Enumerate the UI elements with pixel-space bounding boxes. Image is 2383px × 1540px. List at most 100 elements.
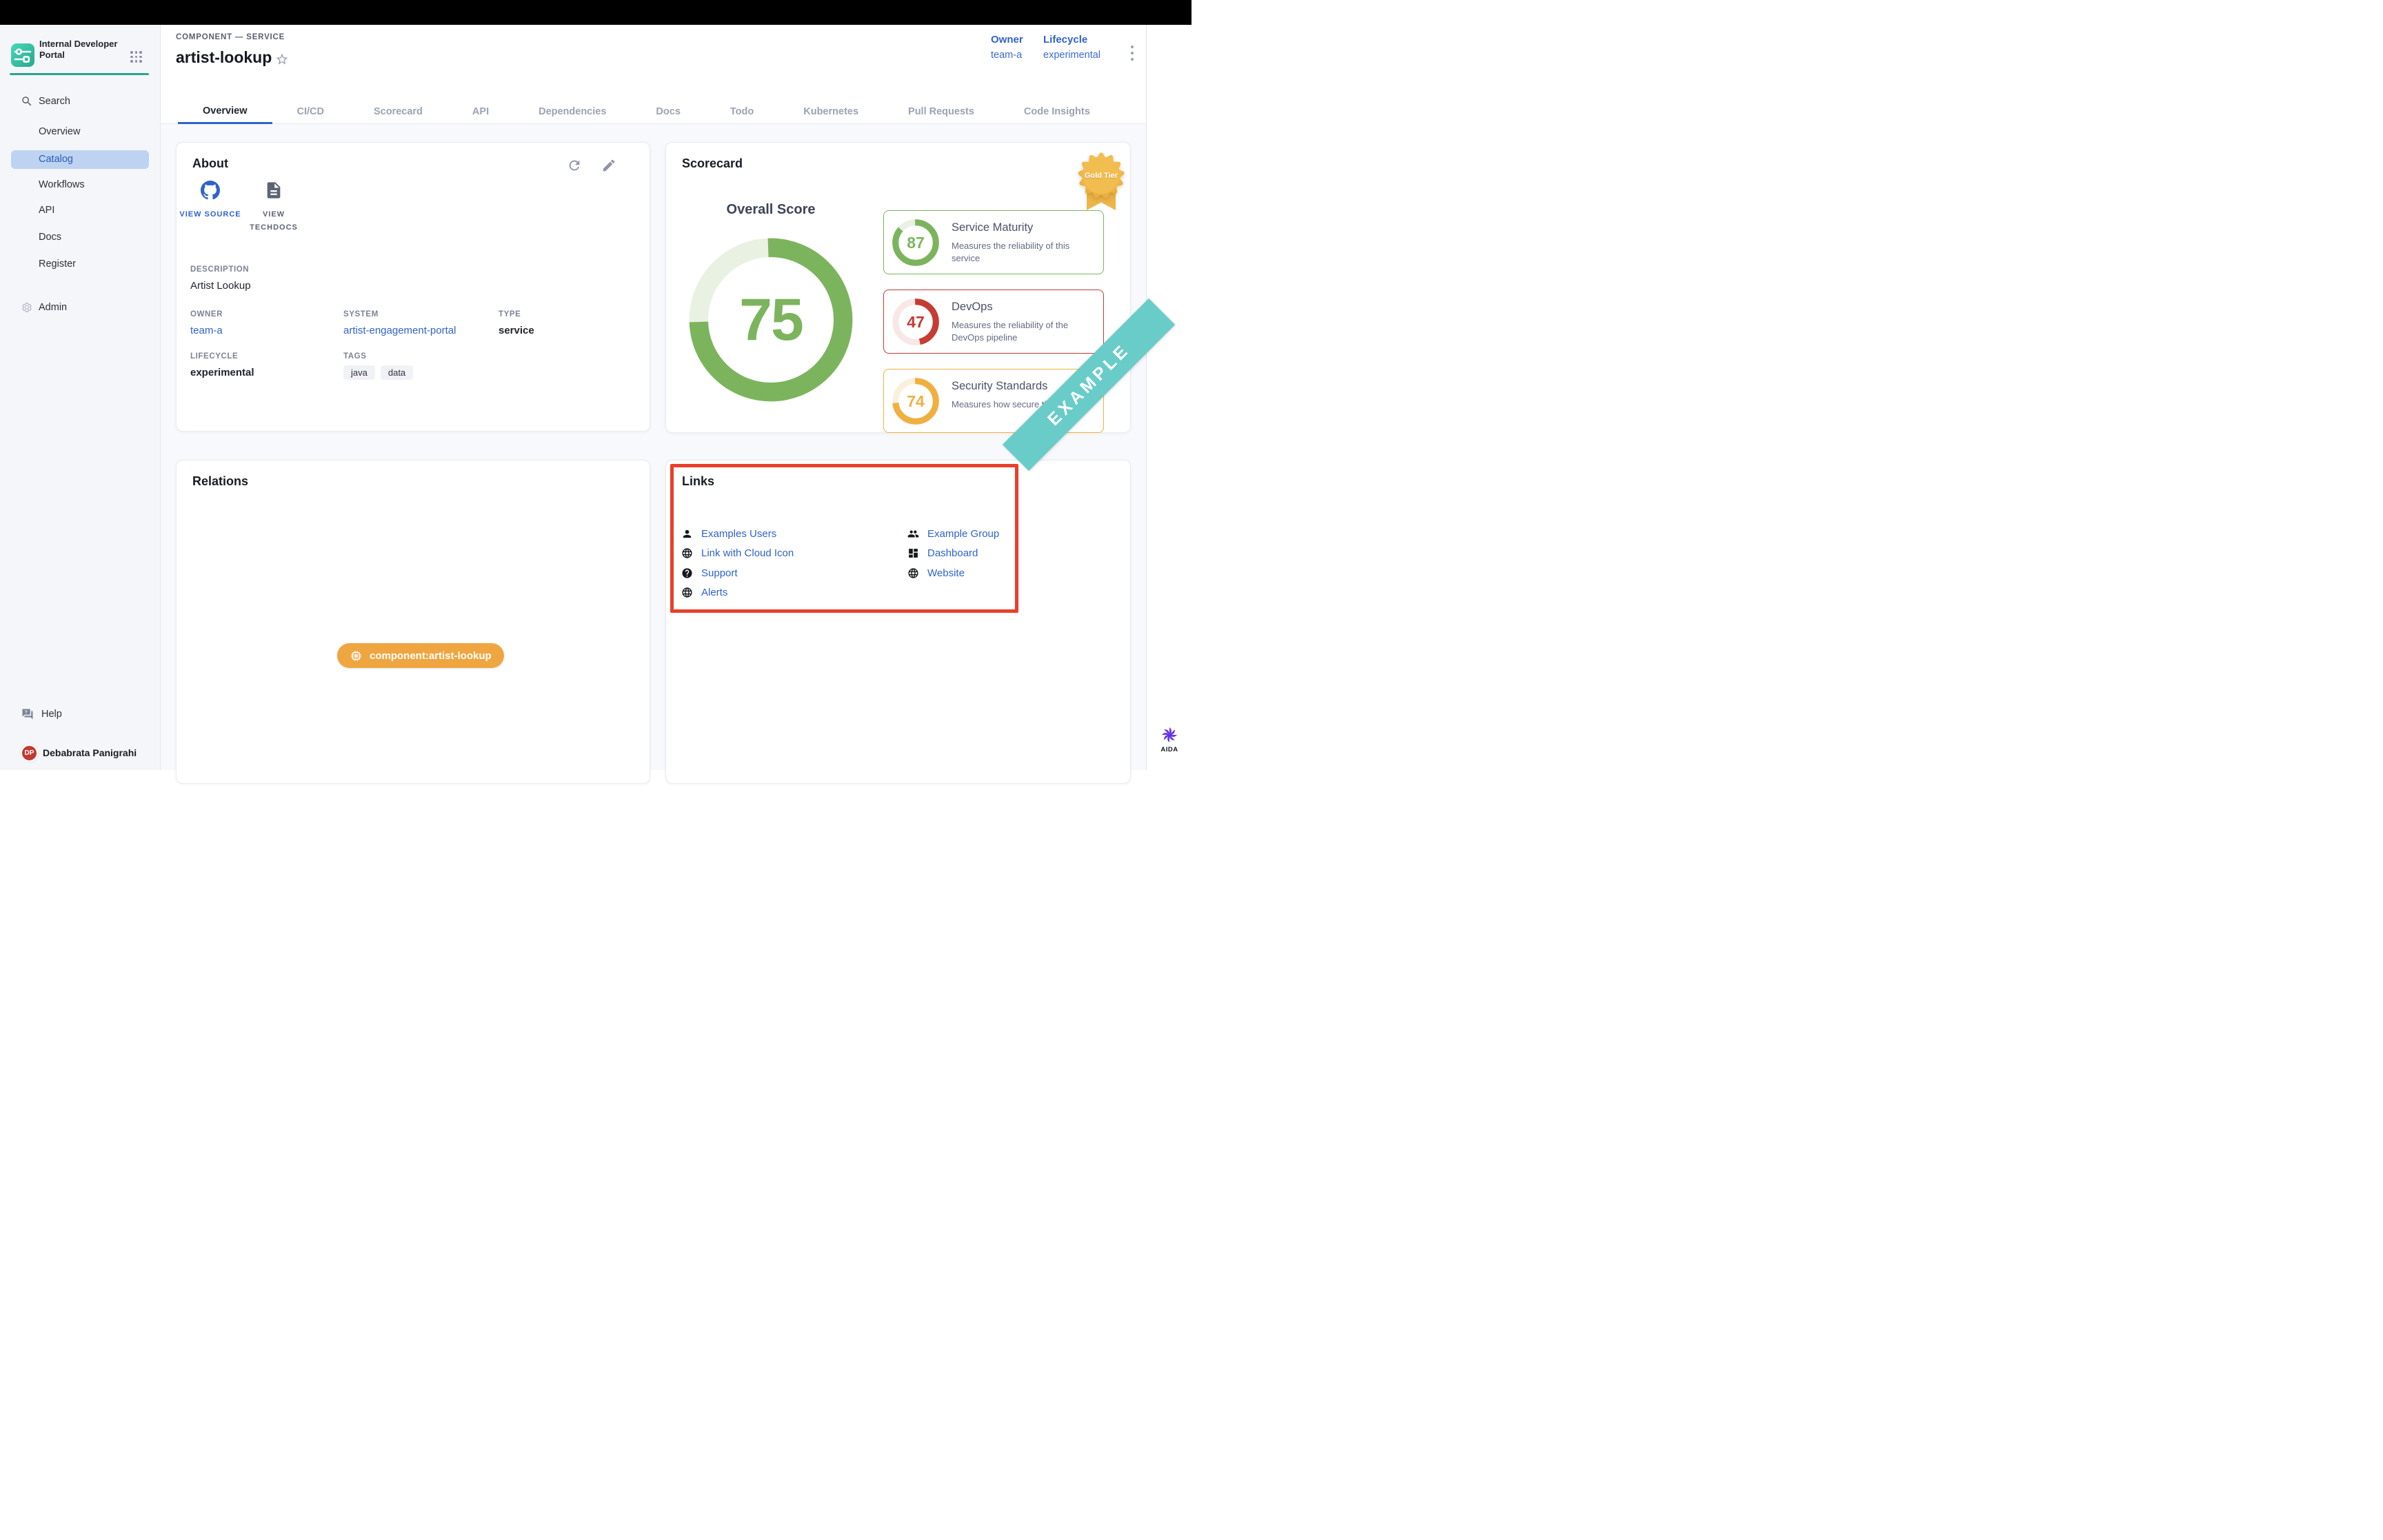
- link-label: Support: [701, 567, 738, 579]
- system-value-link[interactable]: artist-engagement-portal: [343, 325, 456, 336]
- header-owner: Owner team-a: [991, 34, 1023, 61]
- sidebar-item-label: Help: [41, 709, 62, 720]
- system-title-bar: [0, 0, 1192, 25]
- metric-card-service-maturity[interactable]: 87 Service Maturity Measures the reliabi…: [883, 210, 1104, 274]
- aida-widget[interactable]: AIDA: [1159, 725, 1180, 753]
- favorite-star-icon[interactable]: [275, 52, 289, 66]
- scorecard-card: Scorecard Gold Tier Overall Score: [665, 142, 1131, 433]
- metric-name: DevOps: [952, 301, 993, 314]
- metric-score: 87: [892, 219, 939, 266]
- link-dashboard[interactable]: Dashboard: [907, 544, 999, 564]
- description-value: Artist Lookup: [190, 280, 251, 292]
- metric-name: Security Standards: [952, 380, 1047, 393]
- group-icon: [907, 528, 919, 540]
- tab-code-insights[interactable]: Code Insights: [999, 99, 1115, 124]
- tab-todo[interactable]: Todo: [705, 99, 778, 124]
- sidebar-item-label: Overview: [39, 126, 80, 137]
- sliders-logo-icon: [11, 43, 34, 67]
- view-source-button[interactable]: VIEW SOURCE: [179, 181, 242, 221]
- overall-score-value: 75: [688, 237, 854, 403]
- system-label: SYSTEM: [343, 310, 456, 318]
- sidebar-item-workflows[interactable]: Workflows: [0, 175, 161, 194]
- user-name[interactable]: Debabrata Panigrahi: [43, 747, 137, 758]
- sidebar-item-register[interactable]: Register: [0, 254, 161, 274]
- sidebar-item-help[interactable]: ? Help: [0, 705, 161, 724]
- edit-pencil-icon[interactable]: [601, 158, 616, 173]
- metric-donut: 87: [892, 219, 939, 266]
- link-label: Link with Cloud Icon: [701, 547, 794, 559]
- tab-api[interactable]: API: [448, 99, 514, 124]
- tab-cicd[interactable]: CI/CD: [272, 99, 349, 124]
- lifecycle-value: experimental: [1043, 50, 1100, 61]
- link-examples-users[interactable]: Examples Users: [681, 524, 794, 544]
- sidebar-item-overview[interactable]: Overview: [0, 122, 161, 141]
- apps-grid-icon[interactable]: [130, 51, 142, 63]
- sidebar-item-api[interactable]: API: [0, 201, 161, 220]
- overall-score-label: Overall Score: [688, 202, 854, 218]
- tab-overview[interactable]: Overview: [178, 99, 272, 124]
- metric-donut: 74: [892, 378, 939, 425]
- relation-node-chip[interactable]: component:artist-lookup: [337, 643, 504, 668]
- app-logo[interactable]: [11, 43, 34, 67]
- link-website[interactable]: Website: [907, 563, 999, 583]
- overall-score-donut: 75: [688, 237, 854, 403]
- sidebar-item-search[interactable]: Search: [0, 92, 161, 111]
- card-title: Relations: [192, 474, 248, 489]
- aida-label: AIDA: [1159, 746, 1180, 753]
- help-circle-icon: [681, 567, 693, 579]
- tab-dependencies[interactable]: Dependencies: [514, 99, 631, 124]
- sidebar-item-label: Docs: [39, 232, 61, 243]
- view-techdocs-button[interactable]: VIEW TECHDOCS: [242, 181, 305, 234]
- globe-icon: [681, 547, 693, 559]
- lifecycle-value: experimental: [190, 367, 254, 378]
- tag-chip[interactable]: java: [343, 365, 375, 380]
- view-source-label: VIEW SOURCE: [179, 208, 242, 221]
- help-chat-icon: ?: [21, 708, 34, 720]
- owner-label: Owner: [991, 34, 1023, 45]
- refresh-icon[interactable]: [567, 158, 582, 173]
- type-value: service: [499, 325, 534, 336]
- metric-card-devops[interactable]: 47 DevOps Measures the reliability of th…: [883, 290, 1104, 354]
- link-support[interactable]: Support: [681, 563, 794, 583]
- sidebar-item-catalog[interactable]: Catalog: [11, 150, 149, 169]
- avatar-initials: DP: [25, 749, 34, 757]
- metric-donut: 47: [892, 298, 939, 345]
- link-label: Examples Users: [701, 528, 776, 540]
- card-title: Links: [682, 474, 714, 489]
- link-alerts[interactable]: Alerts: [681, 583, 794, 603]
- tab-bar: Overview CI/CD Scorecard API Dependencie…: [161, 99, 1146, 124]
- link-label: Example Group: [927, 528, 999, 540]
- tab-scorecard[interactable]: Scorecard: [349, 99, 448, 124]
- sidebar-item-admin[interactable]: Admin: [0, 298, 161, 317]
- search-icon: [21, 95, 33, 108]
- avatar[interactable]: DP: [21, 744, 38, 762]
- sidebar-item-docs[interactable]: Docs: [0, 227, 161, 247]
- kebab-menu-icon[interactable]: [1126, 44, 1138, 62]
- component-chip-icon: [350, 649, 363, 662]
- link-label: Dashboard: [927, 547, 978, 559]
- metric-name: Service Maturity: [952, 221, 1033, 234]
- sidebar-item-label: Register: [39, 259, 76, 270]
- link-label: Alerts: [701, 587, 727, 598]
- docs-icon: [264, 181, 283, 200]
- gear-icon: [21, 301, 33, 314]
- relation-node-label: component:artist-lookup: [370, 650, 492, 662]
- sidebar-item-label: API: [39, 205, 54, 216]
- owner-value-link[interactable]: team-a: [190, 325, 223, 336]
- link-cloud[interactable]: Link with Cloud Icon: [681, 544, 794, 564]
- owner-label: OWNER: [190, 310, 223, 318]
- sidebar-item-label: Search: [39, 96, 70, 107]
- dashboard-icon: [907, 547, 919, 559]
- tab-kubernetes[interactable]: Kubernetes: [778, 99, 883, 124]
- globe-icon: [907, 567, 919, 579]
- owner-value-link[interactable]: team-a: [991, 50, 1023, 61]
- tab-pull-requests[interactable]: Pull Requests: [883, 99, 999, 124]
- link-example-group[interactable]: Example Group: [907, 524, 999, 544]
- tag-chip[interactable]: data: [381, 365, 413, 380]
- gold-tier-label: Gold Tier: [1077, 152, 1125, 200]
- card-title: Scorecard: [682, 156, 743, 171]
- person-icon: [681, 528, 693, 540]
- sidebar-item-label: Admin: [39, 302, 67, 313]
- tab-docs[interactable]: Docs: [631, 99, 705, 124]
- right-rail-divider: [1146, 25, 1147, 770]
